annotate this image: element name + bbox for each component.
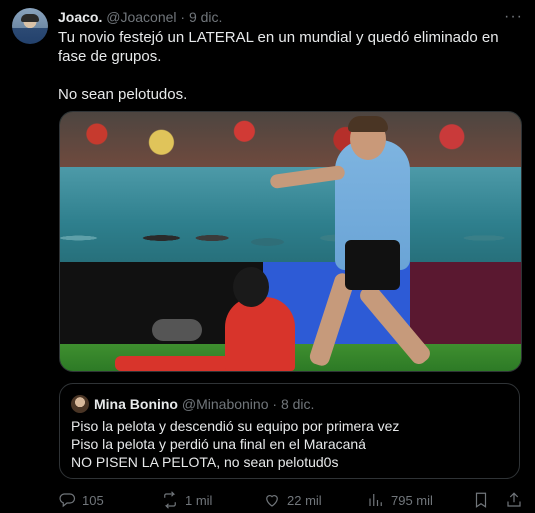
reply-button[interactable]: 105 bbox=[58, 491, 104, 509]
retweet-count: 1 mil bbox=[185, 492, 213, 508]
quoted-tweet[interactable]: Mina Bonino @Minabonino · 8 dic. Piso la… bbox=[59, 383, 520, 479]
tweet-header: Joaco. @Joaconel · 9 dic. bbox=[58, 9, 222, 25]
reply-count: 105 bbox=[82, 492, 104, 508]
quote-text: Piso la pelota y descendió su equipo por… bbox=[71, 417, 399, 471]
ad-board-qatar bbox=[410, 262, 521, 344]
quote-separator-dot: · bbox=[272, 396, 278, 412]
player-korea-shirt bbox=[225, 297, 295, 371]
retweet-icon bbox=[164, 491, 176, 509]
like-button[interactable]: 22 mil bbox=[263, 491, 322, 509]
player-uruguay-shorts bbox=[345, 240, 400, 290]
quote-line-2: Piso la pelota y perdió una final en el … bbox=[71, 436, 366, 452]
tweet-actions: 105 1 mil 22 mil 795 mil bbox=[58, 491, 523, 511]
quote-author-name: Mina Bonino bbox=[94, 396, 178, 412]
retweet-button[interactable]: 1 mil bbox=[161, 491, 212, 509]
quote-header: Mina Bonino @Minabonino · 8 dic. bbox=[71, 395, 314, 413]
author-avatar[interactable] bbox=[12, 8, 48, 44]
author-handle[interactable]: @Joaconel bbox=[106, 9, 176, 25]
tweet-date[interactable]: 9 dic. bbox=[189, 9, 222, 25]
views-count: 795 mil bbox=[391, 492, 433, 508]
tweet-text: Tu novio festejó un LATERAL en un mundia… bbox=[58, 28, 523, 104]
quote-author-handle: @Minabonino bbox=[181, 396, 269, 412]
more-options-icon[interactable]: ··· bbox=[504, 8, 523, 26]
tweet-photo[interactable] bbox=[59, 111, 522, 372]
tweet-text-line-2: No sean pelotudos. bbox=[58, 86, 188, 103]
views-button[interactable]: 795 mil bbox=[367, 491, 433, 509]
separator-dot: · bbox=[180, 9, 186, 25]
bookmark-icon bbox=[475, 492, 487, 508]
player-korea-head bbox=[233, 267, 269, 307]
quote-line-3: NO PISEN LA PELOTA, no sean pelotud0s bbox=[71, 454, 339, 470]
photo-photographers bbox=[60, 182, 521, 262]
quote-line-1: Piso la pelota y descendió su equipo por… bbox=[71, 418, 400, 434]
like-count: 22 mil bbox=[287, 492, 322, 508]
like-icon bbox=[266, 495, 278, 507]
camera-microphone bbox=[152, 319, 202, 341]
share-button[interactable] bbox=[505, 491, 523, 509]
views-icon bbox=[369, 494, 382, 506]
bookmark-button[interactable] bbox=[472, 491, 490, 509]
quote-date: 8 dic. bbox=[280, 396, 315, 412]
tweet-text-line-1: Tu novio festejó un LATERAL en un mundia… bbox=[58, 29, 499, 65]
share-icon bbox=[507, 492, 521, 507]
reply-icon bbox=[59, 493, 76, 508]
player-korea-legs bbox=[115, 356, 240, 371]
quote-author-avatar bbox=[71, 395, 89, 413]
photo-crowd bbox=[60, 112, 521, 167]
author-name[interactable]: Joaco. bbox=[58, 9, 102, 25]
player-uruguay-hair bbox=[348, 116, 388, 132]
